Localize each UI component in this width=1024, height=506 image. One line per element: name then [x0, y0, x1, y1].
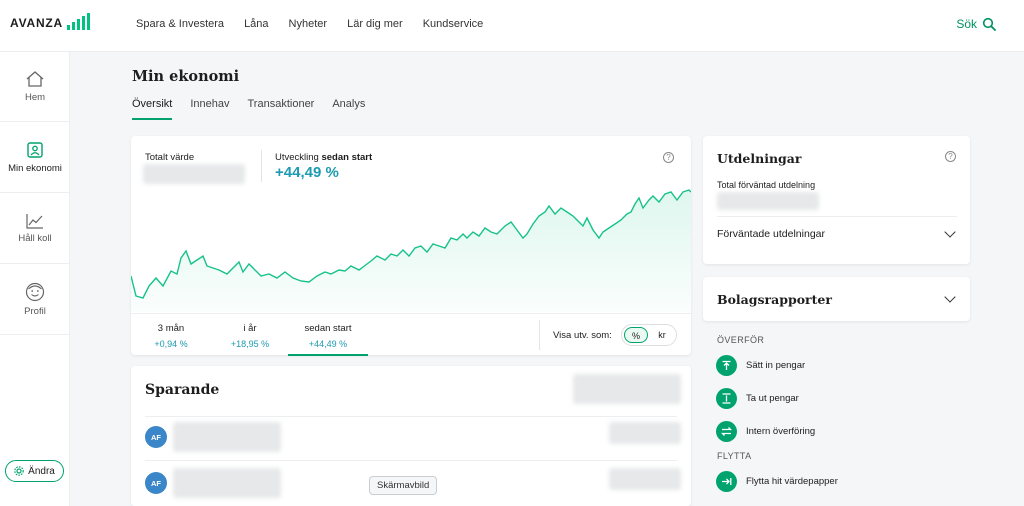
search-icon	[982, 17, 996, 31]
home-icon	[26, 71, 44, 87]
savings-title: Sparande	[145, 382, 220, 398]
chevron-down-icon[interactable]	[944, 291, 956, 303]
account-name-hidden	[173, 422, 281, 452]
logo-bars-icon	[67, 13, 91, 30]
nav-lana[interactable]: Låna	[244, 18, 268, 30]
nav-lar-dig-mer[interactable]: Lär dig mer	[347, 18, 403, 30]
chevron-down-icon[interactable]	[944, 226, 956, 238]
period-divider	[539, 320, 540, 350]
chart-area	[131, 190, 691, 312]
header-divider	[261, 150, 262, 182]
deposit-money-action[interactable]: Sätt in pengar	[716, 355, 805, 376]
search-label: Sök	[956, 17, 977, 31]
period-value: +18,95 %	[230, 339, 270, 349]
nav-nyheter[interactable]: Nyheter	[289, 18, 328, 30]
sidebar-item-label: Håll koll	[18, 233, 52, 244]
screenshot-tooltip: Skärmavbild	[369, 476, 438, 495]
nav-spara-investera[interactable]: Spara & Investera	[136, 18, 224, 30]
tab-transaktioner[interactable]: Transaktioner	[248, 98, 315, 120]
period-3-man[interactable]: 3 mån +0,94 %	[131, 314, 211, 356]
sidebar: Hem Min ekonomi Håll koll Profil Ändra	[0, 52, 70, 506]
top-bar: AVANZA Spara & Investera Låna Nyheter Lä…	[0, 0, 1024, 52]
action-label: Intern överföring	[746, 426, 816, 437]
period-value: +44,49 %	[308, 339, 348, 349]
sidebar-item-label: Min ekonomi	[8, 163, 62, 174]
tab-oversikt[interactable]: Översikt	[132, 98, 173, 120]
unit-kr-option[interactable]: kr	[650, 327, 674, 343]
withdraw-icon	[716, 388, 737, 409]
development-label-strong: sedan start	[321, 152, 373, 163]
move-section-label: FLYTTA	[717, 451, 752, 461]
profile-face-icon	[25, 282, 45, 302]
sidebar-item-label: Profil	[24, 306, 46, 317]
withdraw-money-action[interactable]: Ta ut pengar	[716, 388, 799, 409]
period-value: +0,94 %	[154, 339, 188, 349]
deposit-icon	[716, 355, 737, 376]
development-label-prefix: Utveckling	[275, 152, 322, 163]
period-sedan-start[interactable]: sedan start +44,49 %	[288, 314, 368, 356]
transfer-icon	[716, 421, 737, 442]
internal-transfer-action[interactable]: Intern överföring	[716, 421, 815, 442]
search-button[interactable]: Sök	[956, 17, 996, 31]
row-divider	[717, 216, 957, 217]
savings-total-hidden	[573, 374, 681, 404]
total-value-label: Totalt värde	[145, 152, 195, 163]
company-reports-card[interactable]: Bolagsrapporter	[703, 277, 970, 321]
sidebar-item-min-ekonomi[interactable]: Min ekonomi	[0, 123, 70, 193]
action-label: Ta ut pengar	[746, 393, 799, 404]
account-name-hidden	[173, 468, 281, 498]
person-card-icon	[27, 142, 43, 158]
line-chart-icon	[26, 214, 43, 229]
move-securities-action[interactable]: Flytta hit värdepapper	[716, 471, 838, 492]
account-value-hidden	[609, 468, 681, 490]
sidebar-item-label: Hem	[24, 92, 46, 103]
portfolio-value-card: Totalt värde Utveckling sedan start +44,…	[131, 136, 691, 356]
tab-innehav[interactable]: Innehav	[190, 98, 229, 120]
period-label: 3 mån	[157, 323, 185, 334]
development-value: +44,49 %	[275, 164, 339, 181]
dividends-card: Utdelningar ? Total förväntad utdelning …	[703, 136, 970, 264]
move-in-icon	[716, 471, 737, 492]
row-divider	[145, 416, 677, 417]
dividends-title: Utdelningar	[717, 151, 802, 166]
period-selector: 3 mån +0,94 % i år +18,95 % sedan start …	[131, 313, 691, 356]
sidebar-item-profil[interactable]: Profil	[0, 265, 70, 335]
portfolio-chart	[131, 189, 691, 312]
sidebar-item-hall-koll[interactable]: Håll koll	[0, 194, 70, 264]
development-label: Utveckling sedan start	[275, 152, 372, 163]
total-value-hidden	[143, 164, 245, 184]
nav-kundservice[interactable]: Kundservice	[423, 18, 484, 30]
period-label: sedan start	[304, 323, 352, 334]
avanza-logo[interactable]: AVANZA	[10, 13, 91, 30]
show-as-label: Visa utv. som:	[553, 330, 612, 341]
period-i-ar[interactable]: i år +18,95 %	[210, 314, 290, 356]
tab-analys[interactable]: Analys	[332, 98, 365, 120]
logo-text: AVANZA	[10, 16, 64, 30]
info-icon[interactable]: ?	[663, 152, 674, 163]
tab-bar: Översikt Innehav Transaktioner Analys	[132, 98, 365, 120]
edit-button-label: Ändra	[28, 465, 55, 477]
expected-dividend-hidden	[717, 192, 819, 210]
expected-dividends-link[interactable]: Förväntade utdelningar	[717, 228, 825, 240]
account-avatar: AF	[145, 472, 167, 494]
sidebar-item-hem[interactable]: Hem	[0, 52, 70, 122]
expected-dividend-label: Total förväntad utdelning	[717, 180, 816, 190]
transfer-section-label: ÖVERFÖR	[717, 335, 765, 345]
action-label: Flytta hit värdepapper	[746, 476, 838, 487]
page-title: Min ekonomi	[132, 68, 240, 85]
main-nav: Spara & Investera Låna Nyheter Lär dig m…	[136, 18, 483, 30]
account-value-hidden	[609, 422, 681, 444]
unit-toggle: % kr	[621, 324, 677, 346]
gear-icon	[14, 466, 24, 476]
info-icon[interactable]: ?	[945, 151, 956, 162]
action-label: Sätt in pengar	[746, 360, 806, 371]
edit-sidebar-button[interactable]: Ändra	[5, 460, 64, 482]
company-reports-title: Bolagsrapporter	[717, 292, 832, 307]
row-divider	[145, 460, 677, 461]
account-avatar: AF	[145, 426, 167, 448]
unit-percent-option[interactable]: %	[624, 327, 648, 343]
period-label: i år	[243, 323, 257, 334]
savings-card: Sparande AF AF Skärmavbild	[131, 366, 691, 506]
